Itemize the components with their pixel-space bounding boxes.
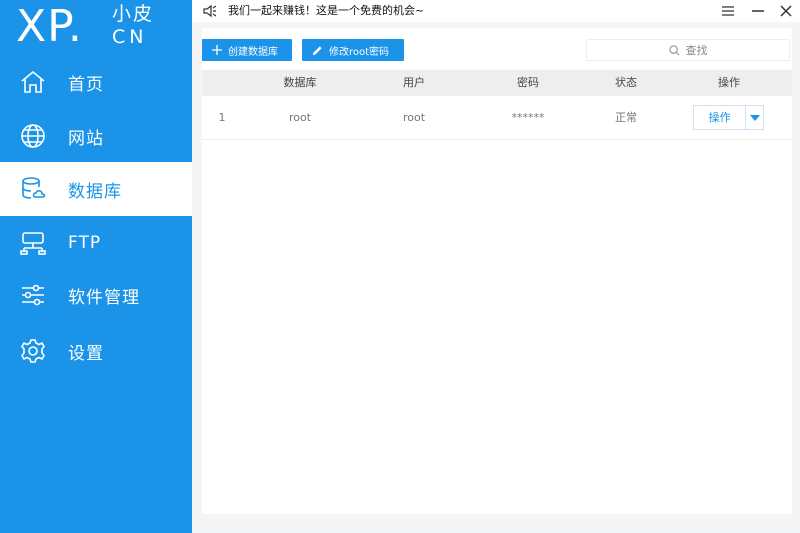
table-header: 数据库 用户 密码 状态 操作 bbox=[202, 70, 792, 96]
row-action-button[interactable]: 操作 bbox=[694, 106, 747, 129]
search-icon bbox=[668, 44, 680, 56]
row-index: 1 bbox=[218, 111, 226, 124]
change-root-password-button[interactable]: 修改root密码 bbox=[302, 39, 404, 61]
sliders-icon bbox=[19, 281, 47, 309]
close-icon[interactable] bbox=[776, 1, 796, 21]
row-user: root bbox=[402, 111, 426, 124]
column-header-user: 用户 bbox=[403, 76, 425, 89]
column-header-database: 数据库 bbox=[283, 76, 317, 89]
logo-main: XP. bbox=[16, 1, 83, 52]
create-database-label: 创建数据库 bbox=[228, 46, 278, 58]
column-header-action: 操作 bbox=[718, 76, 740, 89]
sidebar-item-software[interactable]: 软件管理 bbox=[0, 268, 192, 322]
database-icon bbox=[19, 175, 47, 203]
pencil-icon bbox=[312, 45, 322, 55]
row-action-split-button: 操作 bbox=[693, 105, 764, 130]
sidebar-item-label: 软件管理 bbox=[68, 287, 140, 308]
top-bar: 我们一起来赚钱！这是一个免费的机会~ bbox=[192, 0, 800, 22]
notice-text[interactable]: 我们一起来赚钱！这是一个免费的机会~ bbox=[228, 3, 424, 19]
plus-icon bbox=[212, 45, 222, 55]
search-input[interactable]: 查找 bbox=[586, 39, 790, 61]
sidebar-item-website[interactable]: 网站 bbox=[0, 109, 192, 163]
caret-down-icon bbox=[749, 114, 760, 121]
table-row: 1 root root ****** 正常 操作 bbox=[202, 96, 792, 140]
sidebar-item-label: 设置 bbox=[68, 343, 104, 364]
sidebar-item-label: 数据库 bbox=[68, 181, 122, 202]
column-header-password: 密码 bbox=[517, 76, 539, 89]
sidebar-item-home[interactable]: 首页 bbox=[0, 55, 192, 109]
row-database: root bbox=[288, 111, 312, 124]
row-action-dropdown[interactable] bbox=[746, 106, 763, 129]
logo: XP. 小皮 CN bbox=[0, 0, 192, 54]
menu-icon[interactable] bbox=[718, 1, 738, 21]
row-status: 正常 bbox=[615, 111, 637, 124]
content-panel: 创建数据库 修改root密码 查找 数据库 用户 密码 状态 操作 1 root… bbox=[202, 28, 792, 514]
sidebar-item-label: FTP bbox=[68, 233, 102, 253]
logo-cn-top: 小皮 bbox=[112, 3, 155, 25]
ftp-icon bbox=[19, 229, 47, 257]
sidebar-item-label: 网站 bbox=[68, 128, 104, 149]
sidebar-item-ftp[interactable]: FTP bbox=[0, 216, 192, 270]
row-password: ****** bbox=[511, 111, 545, 124]
home-icon bbox=[19, 68, 47, 96]
sidebar-item-label: 首页 bbox=[68, 74, 104, 95]
globe-icon bbox=[19, 122, 47, 150]
create-database-button[interactable]: 创建数据库 bbox=[202, 39, 292, 61]
column-header-status: 状态 bbox=[615, 76, 637, 89]
sidebar-item-database[interactable]: 数据库 bbox=[0, 162, 192, 216]
change-root-password-label: 修改root密码 bbox=[329, 46, 390, 58]
minimize-icon[interactable] bbox=[748, 1, 768, 21]
sidebar-item-settings[interactable]: 设置 bbox=[0, 324, 192, 378]
logo-cn-bottom: CN bbox=[112, 26, 148, 48]
gear-icon bbox=[19, 337, 47, 365]
sidebar: XP. 小皮 CN 首页 网站 数据库 FTP 软件管理 设置 bbox=[0, 0, 192, 533]
speaker-icon bbox=[202, 3, 218, 19]
search-placeholder: 查找 bbox=[685, 44, 708, 57]
